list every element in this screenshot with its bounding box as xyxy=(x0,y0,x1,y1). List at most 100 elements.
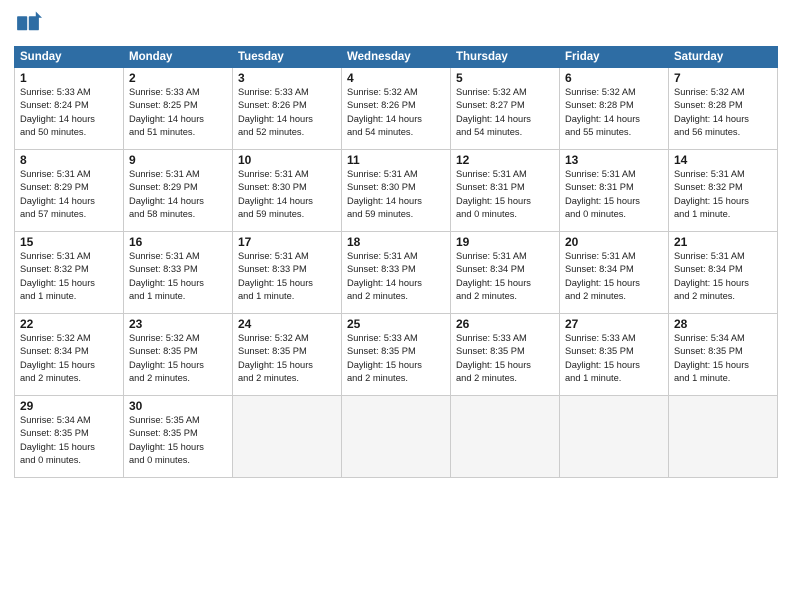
calendar-cell: 5Sunrise: 5:32 AM Sunset: 8:27 PM Daylig… xyxy=(451,68,560,150)
day-number: 21 xyxy=(674,235,772,249)
day-number: 12 xyxy=(456,153,554,167)
calendar-cell: 3Sunrise: 5:33 AM Sunset: 8:26 PM Daylig… xyxy=(233,68,342,150)
calendar-cell: 30Sunrise: 5:35 AM Sunset: 8:35 PM Dayli… xyxy=(124,396,233,478)
day-info: Sunrise: 5:33 AM Sunset: 8:26 PM Dayligh… xyxy=(238,86,336,140)
calendar-cell: 9Sunrise: 5:31 AM Sunset: 8:29 PM Daylig… xyxy=(124,150,233,232)
day-number: 13 xyxy=(565,153,663,167)
calendar-cell: 7Sunrise: 5:32 AM Sunset: 8:28 PM Daylig… xyxy=(669,68,778,150)
calendar-cell: 21Sunrise: 5:31 AM Sunset: 8:34 PM Dayli… xyxy=(669,232,778,314)
day-number: 6 xyxy=(565,71,663,85)
calendar-cell: 27Sunrise: 5:33 AM Sunset: 8:35 PM Dayli… xyxy=(560,314,669,396)
day-info: Sunrise: 5:31 AM Sunset: 8:32 PM Dayligh… xyxy=(20,250,118,304)
day-number: 18 xyxy=(347,235,445,249)
weekday-header-thursday: Thursday xyxy=(451,47,560,68)
calendar-cell: 11Sunrise: 5:31 AM Sunset: 8:30 PM Dayli… xyxy=(342,150,451,232)
day-info: Sunrise: 5:31 AM Sunset: 8:33 PM Dayligh… xyxy=(238,250,336,304)
weekday-header-wednesday: Wednesday xyxy=(342,47,451,68)
day-info: Sunrise: 5:33 AM Sunset: 8:24 PM Dayligh… xyxy=(20,86,118,140)
day-info: Sunrise: 5:35 AM Sunset: 8:35 PM Dayligh… xyxy=(129,414,227,468)
day-number: 25 xyxy=(347,317,445,331)
day-info: Sunrise: 5:32 AM Sunset: 8:28 PM Dayligh… xyxy=(565,86,663,140)
calendar-cell: 15Sunrise: 5:31 AM Sunset: 8:32 PM Dayli… xyxy=(15,232,124,314)
day-number: 16 xyxy=(129,235,227,249)
weekday-header-row: SundayMondayTuesdayWednesdayThursdayFrid… xyxy=(15,47,778,68)
calendar-cell: 19Sunrise: 5:31 AM Sunset: 8:34 PM Dayli… xyxy=(451,232,560,314)
calendar-cell: 16Sunrise: 5:31 AM Sunset: 8:33 PM Dayli… xyxy=(124,232,233,314)
calendar-cell: 18Sunrise: 5:31 AM Sunset: 8:33 PM Dayli… xyxy=(342,232,451,314)
calendar-cell: 17Sunrise: 5:31 AM Sunset: 8:33 PM Dayli… xyxy=(233,232,342,314)
calendar-cell: 8Sunrise: 5:31 AM Sunset: 8:29 PM Daylig… xyxy=(15,150,124,232)
calendar-cell xyxy=(233,396,342,478)
day-info: Sunrise: 5:34 AM Sunset: 8:35 PM Dayligh… xyxy=(674,332,772,386)
logo-icon xyxy=(14,10,42,38)
week-row-1: 1Sunrise: 5:33 AM Sunset: 8:24 PM Daylig… xyxy=(15,68,778,150)
day-info: Sunrise: 5:31 AM Sunset: 8:33 PM Dayligh… xyxy=(347,250,445,304)
day-number: 2 xyxy=(129,71,227,85)
calendar-cell xyxy=(560,396,669,478)
day-info: Sunrise: 5:32 AM Sunset: 8:26 PM Dayligh… xyxy=(347,86,445,140)
day-info: Sunrise: 5:33 AM Sunset: 8:25 PM Dayligh… xyxy=(129,86,227,140)
day-number: 14 xyxy=(674,153,772,167)
calendar-cell: 6Sunrise: 5:32 AM Sunset: 8:28 PM Daylig… xyxy=(560,68,669,150)
day-info: Sunrise: 5:31 AM Sunset: 8:32 PM Dayligh… xyxy=(674,168,772,222)
day-info: Sunrise: 5:31 AM Sunset: 8:29 PM Dayligh… xyxy=(129,168,227,222)
calendar-cell: 28Sunrise: 5:34 AM Sunset: 8:35 PM Dayli… xyxy=(669,314,778,396)
calendar-cell: 1Sunrise: 5:33 AM Sunset: 8:24 PM Daylig… xyxy=(15,68,124,150)
weekday-header-sunday: Sunday xyxy=(15,47,124,68)
day-info: Sunrise: 5:31 AM Sunset: 8:30 PM Dayligh… xyxy=(238,168,336,222)
calendar-cell: 20Sunrise: 5:31 AM Sunset: 8:34 PM Dayli… xyxy=(560,232,669,314)
day-info: Sunrise: 5:31 AM Sunset: 8:34 PM Dayligh… xyxy=(565,250,663,304)
day-number: 17 xyxy=(238,235,336,249)
day-number: 1 xyxy=(20,71,118,85)
day-number: 26 xyxy=(456,317,554,331)
calendar-cell: 2Sunrise: 5:33 AM Sunset: 8:25 PM Daylig… xyxy=(124,68,233,150)
day-number: 19 xyxy=(456,235,554,249)
day-info: Sunrise: 5:32 AM Sunset: 8:34 PM Dayligh… xyxy=(20,332,118,386)
weekday-header-saturday: Saturday xyxy=(669,47,778,68)
day-number: 29 xyxy=(20,399,118,413)
day-info: Sunrise: 5:31 AM Sunset: 8:30 PM Dayligh… xyxy=(347,168,445,222)
logo xyxy=(14,10,46,38)
day-info: Sunrise: 5:32 AM Sunset: 8:35 PM Dayligh… xyxy=(238,332,336,386)
day-number: 28 xyxy=(674,317,772,331)
day-number: 7 xyxy=(674,71,772,85)
day-number: 20 xyxy=(565,235,663,249)
calendar-cell: 13Sunrise: 5:31 AM Sunset: 8:31 PM Dayli… xyxy=(560,150,669,232)
calendar-cell: 23Sunrise: 5:32 AM Sunset: 8:35 PM Dayli… xyxy=(124,314,233,396)
week-row-4: 22Sunrise: 5:32 AM Sunset: 8:34 PM Dayli… xyxy=(15,314,778,396)
calendar-table: SundayMondayTuesdayWednesdayThursdayFrid… xyxy=(14,46,778,478)
page: SundayMondayTuesdayWednesdayThursdayFrid… xyxy=(0,0,792,612)
day-info: Sunrise: 5:34 AM Sunset: 8:35 PM Dayligh… xyxy=(20,414,118,468)
day-number: 30 xyxy=(129,399,227,413)
weekday-header-monday: Monday xyxy=(124,47,233,68)
day-number: 23 xyxy=(129,317,227,331)
day-number: 11 xyxy=(347,153,445,167)
day-number: 3 xyxy=(238,71,336,85)
calendar-cell: 10Sunrise: 5:31 AM Sunset: 8:30 PM Dayli… xyxy=(233,150,342,232)
day-info: Sunrise: 5:31 AM Sunset: 8:29 PM Dayligh… xyxy=(20,168,118,222)
day-info: Sunrise: 5:31 AM Sunset: 8:31 PM Dayligh… xyxy=(565,168,663,222)
day-number: 4 xyxy=(347,71,445,85)
calendar-cell: 22Sunrise: 5:32 AM Sunset: 8:34 PM Dayli… xyxy=(15,314,124,396)
calendar-cell: 4Sunrise: 5:32 AM Sunset: 8:26 PM Daylig… xyxy=(342,68,451,150)
calendar-cell: 25Sunrise: 5:33 AM Sunset: 8:35 PM Dayli… xyxy=(342,314,451,396)
calendar-cell: 12Sunrise: 5:31 AM Sunset: 8:31 PM Dayli… xyxy=(451,150,560,232)
day-info: Sunrise: 5:31 AM Sunset: 8:34 PM Dayligh… xyxy=(456,250,554,304)
calendar-cell: 14Sunrise: 5:31 AM Sunset: 8:32 PM Dayli… xyxy=(669,150,778,232)
calendar-cell: 29Sunrise: 5:34 AM Sunset: 8:35 PM Dayli… xyxy=(15,396,124,478)
day-number: 10 xyxy=(238,153,336,167)
day-number: 24 xyxy=(238,317,336,331)
week-row-2: 8Sunrise: 5:31 AM Sunset: 8:29 PM Daylig… xyxy=(15,150,778,232)
day-info: Sunrise: 5:33 AM Sunset: 8:35 PM Dayligh… xyxy=(456,332,554,386)
day-info: Sunrise: 5:32 AM Sunset: 8:35 PM Dayligh… xyxy=(129,332,227,386)
day-number: 5 xyxy=(456,71,554,85)
header xyxy=(14,10,778,38)
day-number: 22 xyxy=(20,317,118,331)
week-row-3: 15Sunrise: 5:31 AM Sunset: 8:32 PM Dayli… xyxy=(15,232,778,314)
calendar-cell xyxy=(669,396,778,478)
day-info: Sunrise: 5:32 AM Sunset: 8:27 PM Dayligh… xyxy=(456,86,554,140)
day-info: Sunrise: 5:31 AM Sunset: 8:31 PM Dayligh… xyxy=(456,168,554,222)
day-info: Sunrise: 5:32 AM Sunset: 8:28 PM Dayligh… xyxy=(674,86,772,140)
weekday-header-friday: Friday xyxy=(560,47,669,68)
calendar-cell xyxy=(342,396,451,478)
